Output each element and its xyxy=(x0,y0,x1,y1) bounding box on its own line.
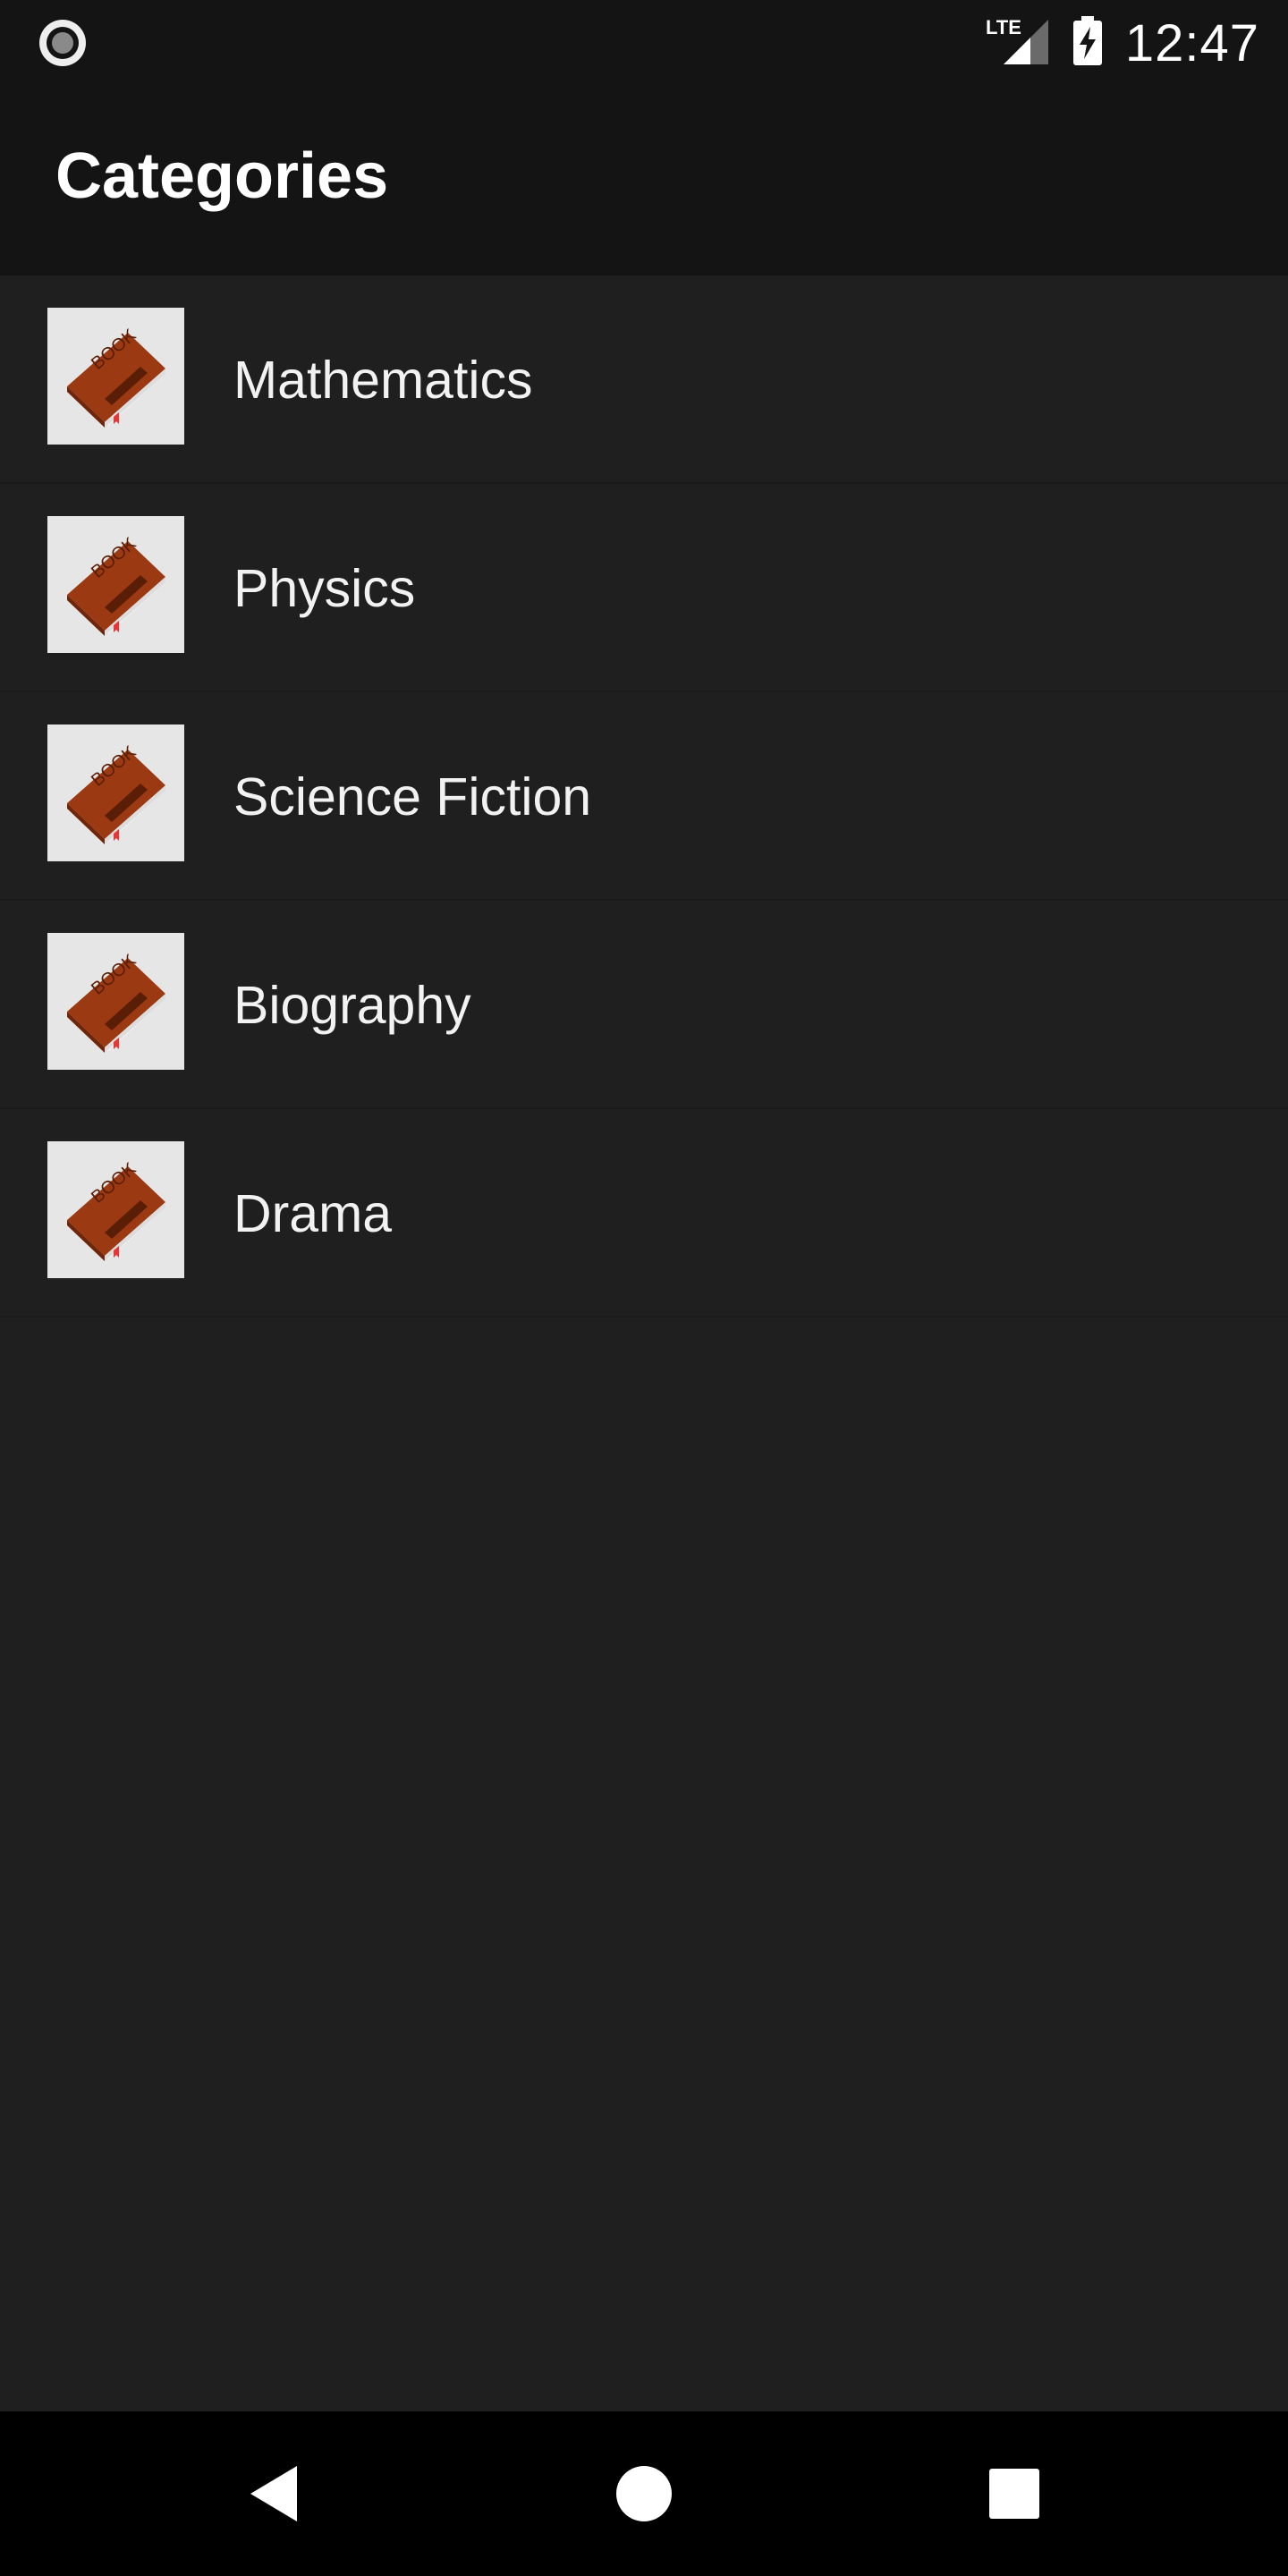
home-icon[interactable] xyxy=(599,2449,689,2538)
battery-charging-icon xyxy=(1070,14,1106,72)
book-icon: BOOK xyxy=(47,1141,184,1278)
page-title: Categories xyxy=(55,140,389,212)
status-time: 12:47 xyxy=(1124,13,1259,72)
category-item-drama[interactable]: BOOK Drama xyxy=(0,1109,1288,1318)
category-label: Mathematics xyxy=(233,350,533,410)
book-icon: BOOK xyxy=(47,724,184,861)
back-icon[interactable] xyxy=(229,2449,318,2538)
book-icon: BOOK xyxy=(47,308,184,445)
category-list: BOOK Mathematics BOOK Physics BOOK Scien… xyxy=(0,275,1288,1318)
category-label: Drama xyxy=(233,1183,393,1243)
category-item-biography[interactable]: BOOK Biography xyxy=(0,901,1288,1109)
status-bar: LTE 12:47 xyxy=(0,0,1288,86)
category-label: Biography xyxy=(233,975,471,1035)
navigation-bar xyxy=(0,2411,1288,2576)
book-icon: BOOK xyxy=(47,516,184,653)
category-label: Physics xyxy=(233,558,416,618)
recents-icon[interactable] xyxy=(970,2449,1059,2538)
book-icon: BOOK xyxy=(47,933,184,1070)
app-bar: Categories xyxy=(0,86,1288,275)
network-label: LTE xyxy=(986,16,1021,38)
category-item-science-fiction[interactable]: BOOK Science Fiction xyxy=(0,692,1288,901)
lte-signal-icon: LTE xyxy=(986,14,1050,72)
category-label: Science Fiction xyxy=(233,767,592,826)
record-icon xyxy=(36,16,89,70)
category-item-physics[interactable]: BOOK Physics xyxy=(0,484,1288,692)
category-item-mathematics[interactable]: BOOK Mathematics xyxy=(0,275,1288,484)
